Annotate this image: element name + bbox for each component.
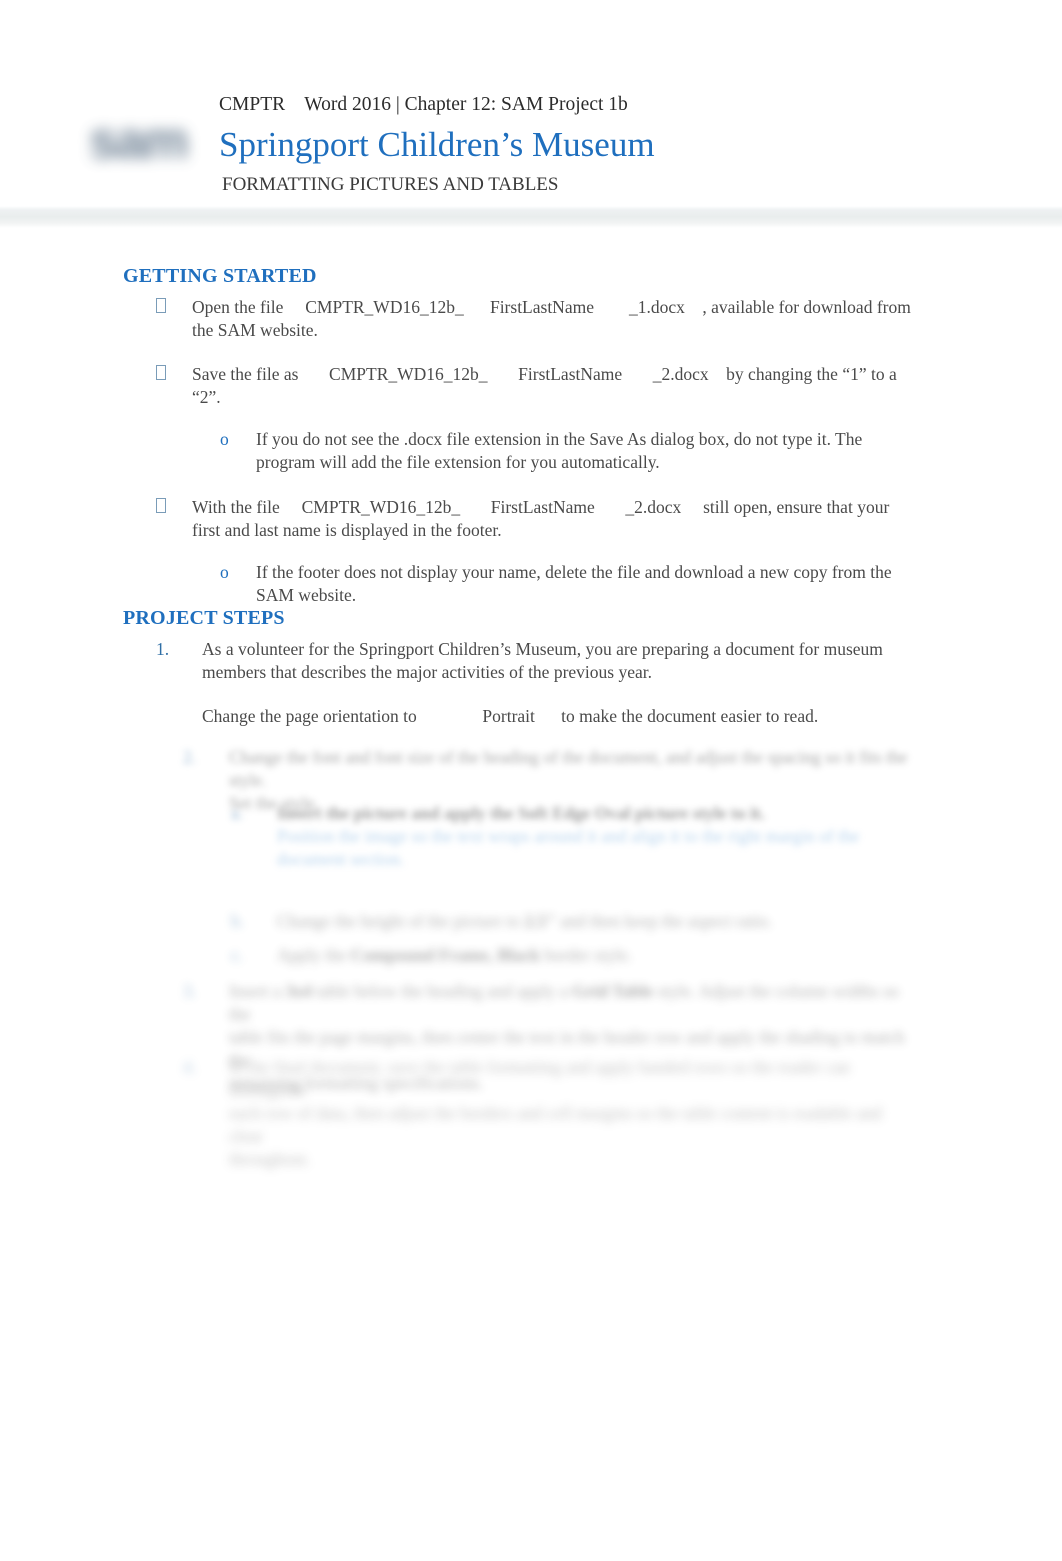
list-item-text: Change the height of the picture to 2.5"… xyxy=(277,911,773,931)
list-item-text: Save the file as CMPTR_WD16_12b_ FirstLa… xyxy=(192,364,902,407)
list-item-text: Apply the Compound Frame, Black border s… xyxy=(277,945,632,965)
list-item-text: If the footer does not display your name… xyxy=(256,562,897,605)
list-item-text: If you do not see the .docx file extensi… xyxy=(256,429,867,472)
project-steps-list: 1. As a volunteer for the Springport Chi… xyxy=(123,638,913,728)
list-number: b. xyxy=(231,911,245,931)
section-heading-getting-started: GETTING STARTED xyxy=(123,265,317,287)
obscured-step-4: 4. In the final document, save the table… xyxy=(150,1056,920,1171)
obscured-step-2b: b. Change the height of the picture to 2… xyxy=(198,910,898,933)
list-item-text: Open the file CMPTR_WD16_12b_ FirstLastN… xyxy=(192,297,916,340)
sub-bullet-o-icon: o xyxy=(220,562,229,582)
list-number: 2. xyxy=(183,747,197,767)
document-header: sam CMPTR Word 2016 | Chapter 12: SAM Pr… xyxy=(0,0,1062,232)
list-item: o If you do not see the .docx file exten… xyxy=(123,428,913,474)
list-item-text: As a volunteer for the Springport Childr… xyxy=(202,639,888,682)
list-item: With the file CMPTR_WD16_12b_ FirstLastN… xyxy=(123,496,913,542)
obscured-step-2c: c. Apply the Compound Frame, Black borde… xyxy=(198,944,898,967)
list-item-text: Change the page orientation to Portrait … xyxy=(202,706,819,726)
list-item-text: In the final document, save the table fo… xyxy=(229,1057,882,1169)
list-number: 4. xyxy=(183,1057,197,1077)
list-item-continuation: Change the page orientation to Portrait … xyxy=(123,705,913,728)
sam-logo: sam xyxy=(62,108,214,174)
list-item: o If the footer does not display your na… xyxy=(123,561,913,607)
list-number: 1. xyxy=(156,639,170,659)
obscured-step-2a: a. Insert the picture and apply the Soft… xyxy=(198,802,898,871)
list-number: c. xyxy=(231,945,244,965)
list-item: Open the file CMPTR_WD16_12b_ FirstLastN… xyxy=(123,296,913,342)
list-item: 1. As a volunteer for the Springport Chi… xyxy=(123,638,913,684)
list-item: Save the file as CMPTR_WD16_12b_ FirstLa… xyxy=(123,363,913,409)
list-item-text: Insert the picture and apply the Soft Ed… xyxy=(277,803,860,869)
header-text-block: CMPTR Word 2016 | Chapter 12: SAM Projec… xyxy=(219,90,979,199)
bullet-tofu-icon xyxy=(156,296,166,319)
sam-logo-text: sam xyxy=(88,112,189,170)
list-item: 4. In the final document, save the table… xyxy=(150,1056,920,1171)
sub-bullet-o-icon: o xyxy=(220,429,229,449)
list-item: b. Change the height of the picture to 2… xyxy=(198,910,898,933)
getting-started-list: Open the file CMPTR_WD16_12b_ FirstLastN… xyxy=(123,296,913,607)
page-title: Springport Children’s Museum xyxy=(219,125,655,164)
page-subtitle: FORMATTING PICTURES AND TABLES xyxy=(222,174,559,195)
bullet-tofu-icon xyxy=(156,363,166,386)
header-divider xyxy=(0,206,1062,228)
list-number: a. xyxy=(231,803,244,823)
list-item: c. Apply the Compound Frame, Black borde… xyxy=(198,944,898,967)
list-item-text: With the file CMPTR_WD16_12b_ FirstLastN… xyxy=(192,497,894,540)
list-item: a. Insert the picture and apply the Soft… xyxy=(198,802,898,871)
section-heading-project-steps: PROJECT STEPS xyxy=(123,607,285,629)
course-breadcrumb: CMPTR Word 2016 | Chapter 12: SAM Projec… xyxy=(219,94,628,115)
bullet-tofu-icon xyxy=(156,496,166,519)
list-number: 3. xyxy=(183,981,197,1001)
